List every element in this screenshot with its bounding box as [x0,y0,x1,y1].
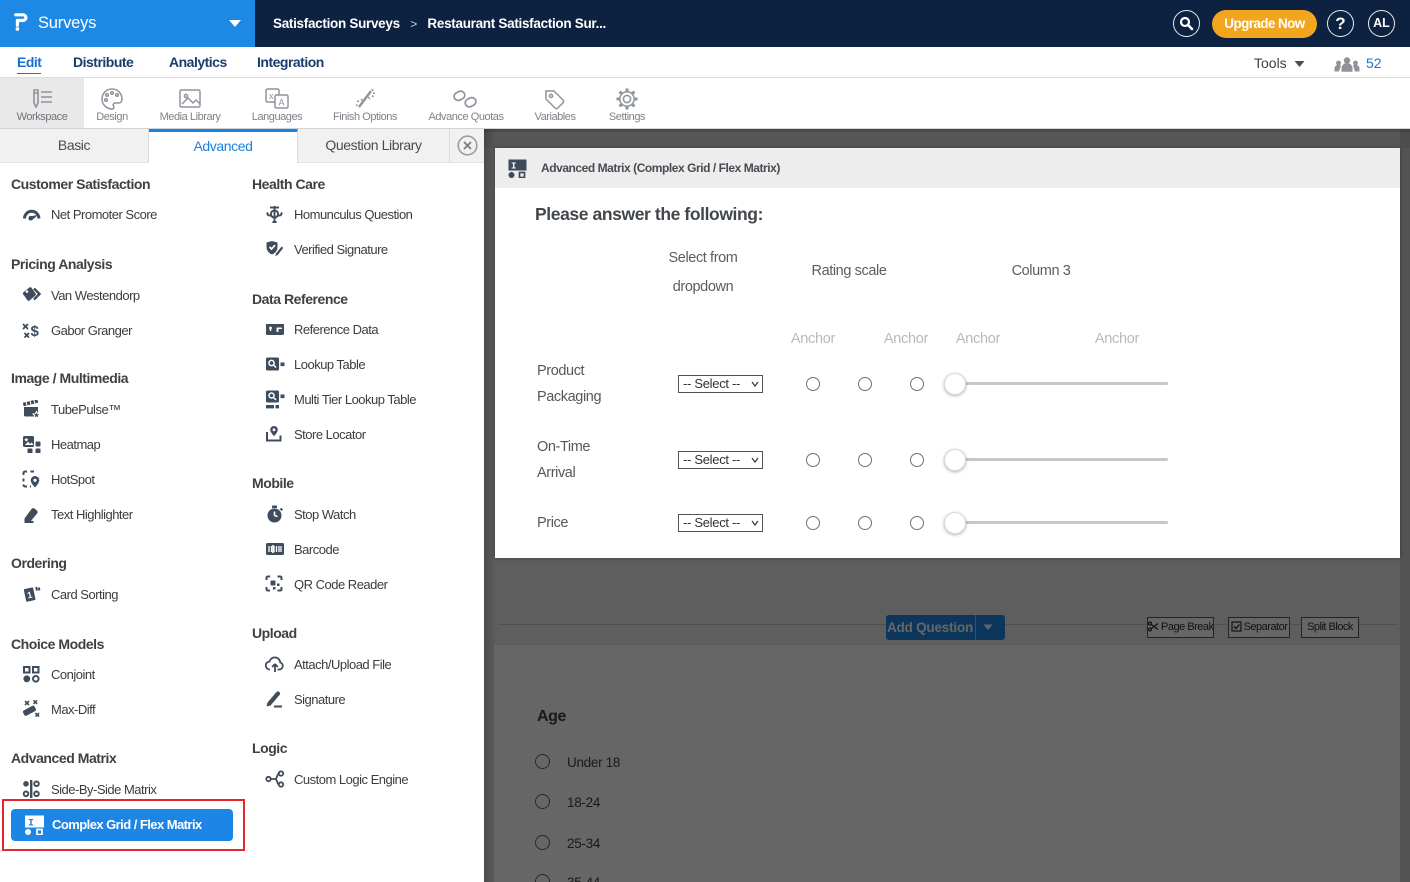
svg-text:$: $ [31,323,40,339]
svg-text:I: I [511,162,516,172]
svg-text:A: A [279,98,285,108]
svg-text:x: x [269,91,274,101]
svg-text:I: I [28,819,34,830]
